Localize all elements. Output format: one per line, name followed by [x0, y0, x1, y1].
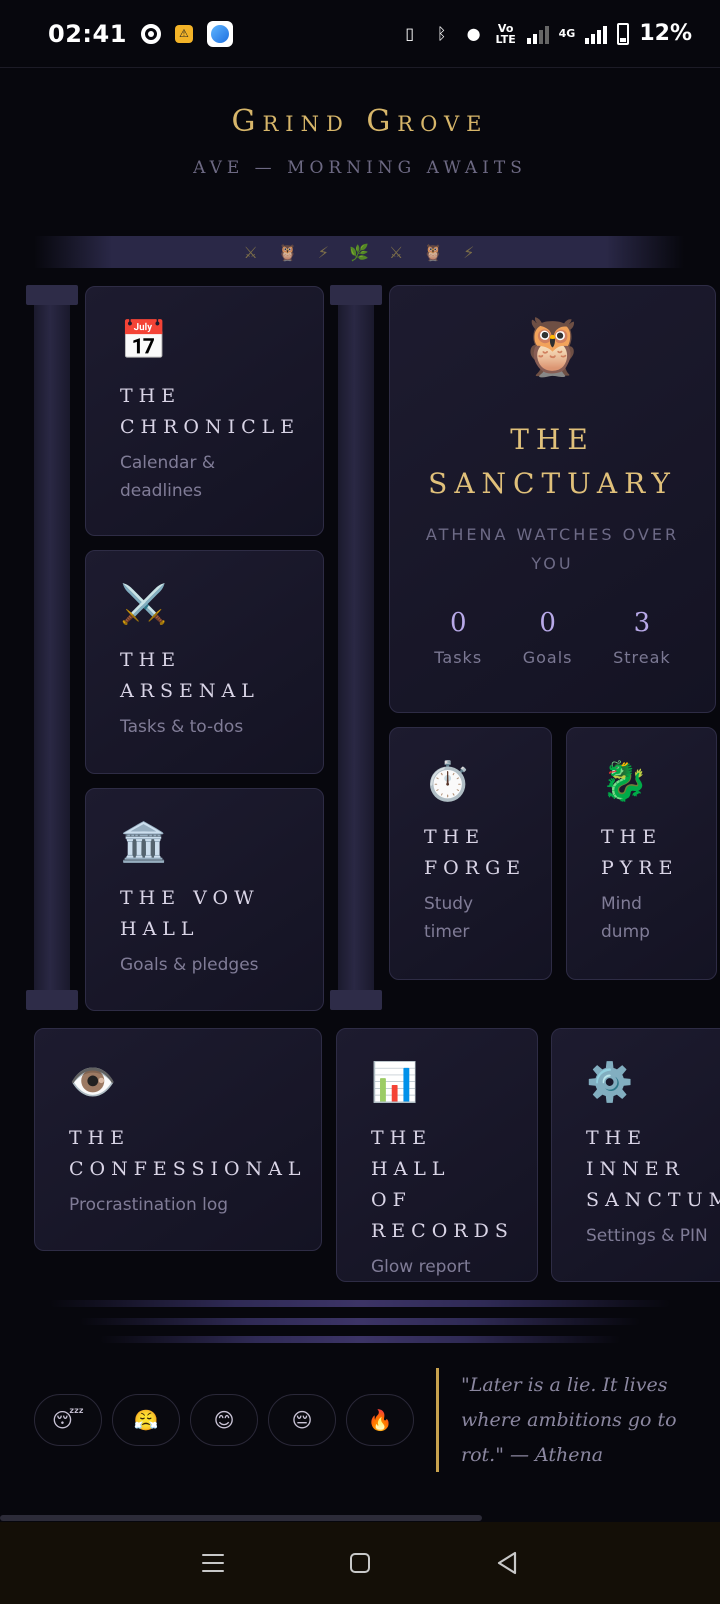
stat-tasks: 0 Tasks	[434, 608, 482, 667]
calendar-icon: 📅	[120, 318, 168, 362]
vibrate-icon: ▯	[405, 24, 415, 43]
hall-of-records-card[interactable]: 📊 The Hall of Records Glow report	[336, 1028, 538, 1282]
mood-fire-button[interactable]: 🔥	[346, 1394, 414, 1446]
stat-label: Goals	[522, 648, 573, 667]
battery-icon	[617, 22, 630, 45]
vow-hall-card[interactable]: 🏛️ The Vow Hall Goals & pledges	[85, 788, 324, 1011]
app-notification-icon	[206, 20, 233, 47]
stat-label: Streak	[613, 648, 671, 667]
back-icon	[497, 1551, 516, 1575]
herb-icon: 🌿	[349, 242, 369, 262]
system-nav-bar	[0, 1522, 720, 1604]
home-button[interactable]	[338, 1541, 382, 1585]
eye-icon: 👁️	[69, 1060, 117, 1104]
arsenal-card[interactable]: ⚔️ The Arsenal Tasks & to-dos	[85, 550, 324, 774]
back-button[interactable]	[485, 1541, 529, 1585]
divider-line	[80, 1318, 640, 1325]
app-subtitle: AVE — MORNING AWAITS	[193, 158, 527, 178]
card-desc: Tasks & to-dos	[120, 717, 244, 737]
stat-value: 3	[633, 608, 651, 638]
owl-icon: 🦉	[277, 242, 298, 262]
battery-percent: 12%	[639, 21, 692, 46]
chronicle-card[interactable]: 📅 The Chronicle Calendar & deadlines	[85, 286, 324, 536]
stat-value: 0	[539, 608, 556, 638]
app-title: Grind Grove	[231, 104, 489, 139]
mood-sleepy-button[interactable]: 😴	[34, 1394, 102, 1446]
sanctuary-desc: Athena watches over you	[425, 525, 680, 573]
divider-line	[50, 1300, 670, 1307]
dragon-icon: 🐉	[601, 759, 649, 803]
lightning-icon: ⚡	[317, 242, 330, 262]
left-pillar	[26, 285, 80, 1010]
card-desc: Settings & PIN	[586, 1226, 708, 1246]
owl-icon: 🦉	[517, 315, 588, 380]
inner-sanctum-card[interactable]: ⚙️ The Inner Sanctum Settings & PIN	[551, 1028, 720, 1282]
stats-row: 0 Tasks 0 Goals 3 Streak	[414, 608, 691, 667]
card-title: The Pyre	[601, 826, 679, 879]
recents-button[interactable]	[191, 1541, 235, 1585]
bar-chart-icon: 📊	[371, 1060, 419, 1104]
card-title: The Forge	[424, 826, 527, 879]
ornament-band: ⚔ 🦉 ⚡ 🌿 ⚔ 🦉 ⚡	[34, 236, 684, 268]
card-title: The Inner Sanctum	[586, 1127, 720, 1211]
signal-icon	[526, 24, 549, 44]
card-title: The Confessional	[69, 1127, 307, 1180]
home-icon	[349, 1553, 370, 1573]
menu-icon	[202, 1554, 225, 1572]
card-desc: Mind dump	[601, 894, 650, 942]
status-bar: 02:41 ⚠ ▯ ᛒ ● Vo LTE 4G 12%	[0, 0, 720, 68]
horizontal-scrollbar[interactable]	[0, 1515, 482, 1521]
confessional-card[interactable]: 👁️ The Confessional Procrastination log	[34, 1028, 322, 1251]
mood-frustrated-button[interactable]: 😤	[112, 1394, 180, 1446]
swords-icon: ⚔	[243, 242, 258, 262]
card-desc: Procrastination log	[69, 1195, 229, 1215]
chrome-icon	[140, 23, 161, 44]
card-desc: Study timer	[424, 894, 474, 942]
stopwatch-icon: ⏱️	[424, 759, 472, 803]
swords-icon: ⚔	[388, 242, 404, 262]
middle-pillar	[330, 285, 384, 1010]
sanctuary-title: The Sanctuary	[428, 423, 677, 500]
volte-indicator: Vo LTE	[495, 21, 516, 46]
card-title: The Arsenal	[120, 649, 260, 702]
pyre-card[interactable]: 🐉 The Pyre Mind dump	[566, 727, 717, 980]
card-desc: Goals & pledges	[120, 955, 259, 975]
notification-icon: ⚠	[174, 24, 193, 43]
stat-value: 0	[449, 608, 467, 638]
stat-label: Tasks	[434, 648, 483, 667]
crossed-swords-icon: ⚔️	[120, 582, 168, 626]
card-title: The Hall of Records	[371, 1127, 514, 1242]
signal-icon-2	[585, 24, 608, 44]
mood-pensive-button[interactable]: 😔	[268, 1394, 336, 1446]
card-title: The Chronicle	[120, 385, 301, 438]
stat-streak: 3 Streak	[613, 608, 671, 667]
card-desc: Calendar & deadlines	[120, 453, 216, 501]
quote-author: — Athena	[509, 1444, 604, 1466]
divider-line	[100, 1336, 620, 1343]
gear-icon: ⚙️	[586, 1060, 634, 1104]
lightning-icon: ⚡	[463, 242, 475, 262]
card-title: The Vow Hall	[120, 887, 260, 940]
location-icon: ●	[466, 24, 481, 43]
forge-card[interactable]: ⏱️ The Forge Study timer	[389, 727, 552, 980]
mood-happy-button[interactable]: 😊	[190, 1394, 258, 1446]
card-desc: Glow report	[371, 1257, 471, 1277]
bluetooth-icon: ᛒ	[436, 24, 447, 43]
daily-quote: "Later is a lie. It lives where ambition…	[436, 1368, 706, 1472]
sanctuary-card[interactable]: 🦉 The Sanctuary Athena watches over you …	[389, 285, 716, 713]
network-type: 4G	[558, 27, 576, 40]
status-time: 02:41	[48, 19, 127, 48]
owl-icon: 🦉	[423, 242, 444, 262]
stat-goals: 0 Goals	[523, 608, 573, 667]
classical-building-icon: 🏛️	[120, 820, 168, 864]
